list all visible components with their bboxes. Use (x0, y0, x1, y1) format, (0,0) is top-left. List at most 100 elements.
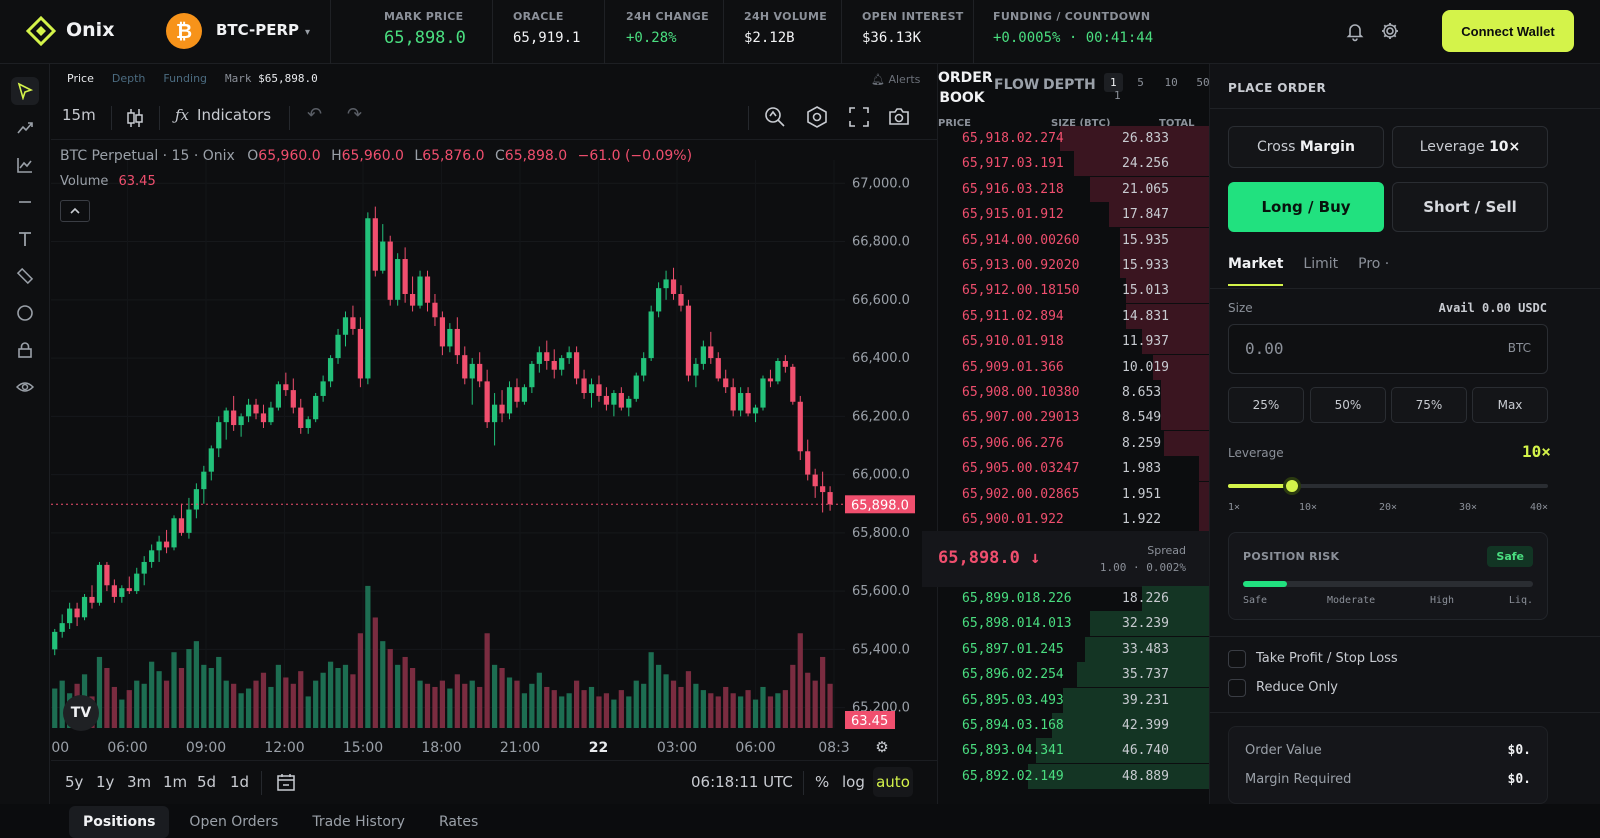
redo-button[interactable]: ↷ (347, 104, 362, 125)
auto-scale-toggle[interactable]: auto (873, 767, 913, 797)
tab-pro[interactable]: Pro · (1358, 256, 1389, 286)
ask-row[interactable]: 65,900.01.922 1.922 (938, 507, 1210, 532)
range-3m[interactable]: 3m (127, 773, 151, 791)
tab-depth[interactable]: Depth (112, 72, 146, 85)
agg-50[interactable]: 50 (1196, 76, 1209, 89)
margin-mode-button[interactable]: Cross Margin (1228, 126, 1384, 168)
onix-logo-icon[interactable] (26, 16, 56, 46)
size-max-button[interactable]: Max (1472, 387, 1548, 423)
candlestick-chart-svg[interactable]: 67,000.0 66,800.0 66,600.0 66,400.0 66,200.0… (51, 140, 937, 760)
percent-scale-toggle[interactable]: % (815, 773, 829, 791)
size-50-button[interactable]: 50% (1310, 387, 1386, 423)
brand-name[interactable]: Onix (66, 19, 114, 41)
horizontal-line-tool[interactable] (11, 188, 39, 216)
interval-selector[interactable]: 15m (62, 106, 96, 124)
candle-type-icon[interactable] (125, 106, 145, 130)
chart-pattern-tool[interactable] (11, 151, 39, 179)
market-selector[interactable]: BTC-PERP ▾ (216, 21, 310, 39)
candle-body (477, 363, 483, 382)
ask-row[interactable]: 65,902.00.02865 1.951 (938, 481, 1210, 507)
agg-10[interactable]: 10 (1165, 76, 1178, 89)
tab-trade-history[interactable]: Trade History (298, 806, 419, 838)
range-1y[interactable]: 1y (96, 773, 114, 791)
alerts-button[interactable]: 🔔︎ Alerts (871, 73, 920, 86)
cursor-tool[interactable] (11, 77, 39, 105)
range-1d[interactable]: 1d (230, 773, 249, 791)
leverage-slider[interactable] (1228, 477, 1548, 495)
ask-row[interactable]: 65,916.03.218 21.065 (938, 176, 1210, 202)
range-5d[interactable]: 5d (197, 773, 216, 791)
tab-price[interactable]: Price (67, 72, 94, 85)
tab-rates[interactable]: Rates (425, 806, 492, 838)
ask-row[interactable]: 65,906.06.276 8.259 (938, 430, 1210, 456)
tab-funding[interactable]: Funding (163, 72, 207, 85)
bid-row[interactable]: 65,897.01.245 33.483 (938, 636, 1210, 662)
tab-limit[interactable]: Limit (1303, 256, 1338, 286)
tab-depth[interactable]: DEPTH (1043, 77, 1096, 93)
size-75-button[interactable]: 75% (1391, 387, 1467, 423)
ask-row[interactable]: 65,915.01.912 17.847 (938, 202, 1210, 228)
ask-row[interactable]: 65,910.01.918 11.937 (938, 329, 1210, 355)
ask-row[interactable]: 65,908.00.10380 8.653 (938, 380, 1210, 405)
reduce-only-label[interactable]: Reduce Only (1256, 680, 1338, 695)
ask-row[interactable]: 65,912.00.18150 15.013 (938, 278, 1210, 304)
size-input[interactable]: 0.00 BTC (1228, 324, 1548, 374)
bid-row[interactable]: 65,895.03.493 39.231 (938, 687, 1210, 713)
range-1m[interactable]: 1m (163, 773, 187, 791)
connect-wallet-button[interactable]: Connect Wallet (1442, 10, 1574, 52)
tpsl-checkbox[interactable] (1228, 650, 1246, 668)
tpsl-label[interactable]: Take Profit / Stop Loss (1256, 651, 1398, 666)
candle-body (827, 492, 833, 505)
log-scale-toggle[interactable]: log (842, 773, 865, 791)
ask-row[interactable]: 65,914.00.00260 15.935 (938, 227, 1210, 253)
range-5y[interactable]: 5y (65, 773, 83, 791)
measure-tool[interactable] (11, 262, 39, 290)
ask-row[interactable]: 65,913.00.92020 15.933 (938, 253, 1210, 278)
agg-5[interactable]: 5 (1137, 76, 1144, 89)
short-sell-button[interactable]: Short / Sell (1392, 182, 1548, 232)
tab-open-orders[interactable]: Open Orders (175, 806, 292, 838)
change-value: −61.0 (−0.09%) (577, 148, 693, 164)
visibility-tool[interactable] (11, 373, 39, 401)
ask-row[interactable]: 65,917.03.191 24.256 (938, 151, 1210, 177)
undo-button[interactable]: ↶ (307, 104, 322, 125)
ask-row[interactable]: 65,911.02.894 14.831 (938, 303, 1210, 329)
bid-row[interactable]: 65,893.04.341 46.740 (938, 738, 1210, 764)
leverage-slider-handle[interactable] (1283, 477, 1301, 495)
ask-row[interactable]: 65,918.02.274 26.833 (938, 126, 1210, 151)
text-tool[interactable] (11, 225, 39, 253)
settings-hexagon-icon[interactable] (805, 105, 829, 129)
shape-tool[interactable] (11, 299, 39, 327)
tradingview-logo[interactable]: TV (63, 695, 99, 731)
bid-row[interactable]: 65,898.014.013 32.239 (938, 611, 1210, 637)
gear-icon[interactable] (1379, 20, 1401, 42)
bell-icon[interactable] (1344, 20, 1366, 42)
tab-positions[interactable]: Positions (69, 806, 170, 838)
bid-row[interactable]: 65,892.02.149 48.889 (938, 763, 1210, 789)
trend-line-tool[interactable] (11, 114, 39, 142)
tab-order-book[interactable]: ORDER BOOK (938, 68, 993, 108)
price-chart[interactable]: 67,000.0 66,800.0 66,600.0 66,400.0 66,200.0… (51, 140, 937, 760)
quick-search-icon[interactable] (763, 105, 787, 129)
lock-tool[interactable] (11, 336, 39, 364)
agg-100[interactable]: 1 (1114, 89, 1121, 102)
tab-market[interactable]: Market (1228, 256, 1284, 286)
bid-row[interactable]: 65,894.03.168 42.399 (938, 713, 1210, 738)
ask-row[interactable]: 65,907.00.29013 8.549 (938, 405, 1210, 431)
ask-row[interactable]: 65,909.01.366 10.019 (938, 354, 1210, 380)
collapse-legend-button[interactable] (60, 200, 90, 222)
leverage-button[interactable]: Leverage 10× (1392, 126, 1548, 168)
indicators-button[interactable]: ƒx Indicators (175, 106, 271, 124)
long-buy-button[interactable]: Long / Buy (1228, 182, 1384, 232)
camera-icon[interactable] (887, 105, 911, 129)
stat-label: OPEN INTEREST (862, 10, 964, 23)
tab-flow[interactable]: FLOW (994, 77, 1039, 93)
size-25-button[interactable]: 25% (1228, 387, 1304, 423)
fullscreen-icon[interactable] (847, 105, 871, 129)
bid-row[interactable]: 65,896.02.254 35.737 (938, 662, 1210, 688)
bid-row[interactable]: 65,899.018.226 18.226 (938, 586, 1210, 611)
ask-row[interactable]: 65,905.00.03247 1.983 (938, 456, 1210, 482)
reduce-only-checkbox[interactable] (1228, 679, 1246, 697)
date-range-icon[interactable] (275, 771, 297, 793)
chart-clock[interactable]: 06:18:11 UTC (691, 773, 793, 791)
